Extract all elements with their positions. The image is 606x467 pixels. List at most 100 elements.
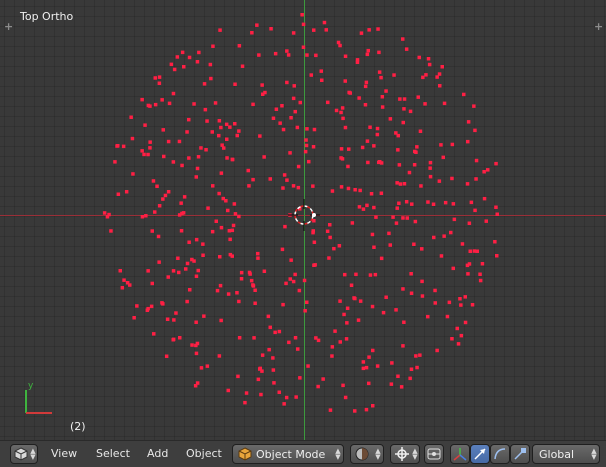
particle-point: [293, 336, 298, 340]
particle-point: [174, 311, 178, 315]
particle-point: [260, 353, 265, 357]
viewport-shading-button[interactable]: ▲ ▼: [350, 444, 384, 464]
particle-point: [166, 190, 171, 194]
particle-point: [304, 143, 309, 148]
particle-point: [409, 367, 414, 371]
particle-point: [410, 202, 414, 206]
particle-point: [218, 255, 222, 259]
particle-point: [409, 291, 414, 295]
particle-point: [258, 134, 262, 138]
particle-point: [146, 269, 150, 273]
particle-point: [365, 139, 370, 143]
particle-point: [420, 247, 424, 251]
particle-point: [364, 80, 369, 85]
particle-point: [401, 216, 405, 220]
particle-point: [296, 185, 301, 190]
particle-point: [171, 337, 176, 342]
transform-orientation-selector[interactable]: Global ▲ ▼: [532, 444, 600, 464]
particle-point: [177, 139, 182, 144]
particle-point: [291, 96, 296, 101]
rotate-button[interactable]: [490, 444, 510, 464]
particle-point: [427, 62, 432, 67]
particle-point: [433, 288, 437, 293]
scale-button[interactable]: [510, 444, 530, 464]
particle-point: [244, 391, 249, 395]
particle-point: [259, 392, 263, 397]
particle-point: [443, 200, 448, 205]
particle-point: [237, 336, 242, 340]
particle-point: [494, 161, 498, 166]
particle-point: [199, 366, 204, 370]
view-label: Top Ortho: [20, 10, 74, 23]
particle-point: [217, 354, 222, 358]
particle-point: [185, 130, 189, 134]
particle-point: [401, 287, 405, 291]
particle-point: [192, 102, 196, 106]
particle-point: [365, 203, 369, 208]
region-toggle-icon-right[interactable]: +: [594, 20, 603, 33]
particle-point: [311, 145, 316, 149]
particle-point: [156, 234, 161, 239]
particle-point: [418, 353, 422, 357]
particle-point: [401, 120, 405, 125]
particle-point: [118, 269, 122, 273]
particle-point: [225, 156, 229, 160]
menu-view[interactable]: View: [51, 447, 77, 460]
manipulator-toggle-button[interactable]: [450, 444, 470, 464]
particle-point: [369, 192, 374, 196]
mode-selector[interactable]: Object Mode ▲ ▼: [232, 444, 344, 464]
particle-point: [372, 245, 376, 249]
3d-cursor-icon[interactable]: [288, 199, 320, 231]
particle-point: [194, 320, 198, 324]
manipulator-toggle-icon: [453, 448, 467, 461]
particle-point: [428, 166, 432, 170]
particle-point: [237, 44, 242, 48]
particle-point: [328, 223, 332, 227]
particle-point: [322, 20, 327, 25]
particle-point: [324, 28, 328, 32]
particle-point: [349, 283, 354, 287]
particle-point: [298, 100, 302, 105]
particle-point: [433, 301, 437, 305]
translate-button[interactable]: [470, 444, 490, 464]
particle-point: [115, 144, 119, 148]
particle-point: [365, 52, 370, 57]
particle-point: [211, 184, 215, 188]
particle-point: [253, 301, 257, 305]
particle-point: [314, 53, 318, 58]
scale-icon: [514, 448, 526, 460]
manipulate-center-button[interactable]: [424, 444, 444, 464]
particle-point: [187, 55, 192, 60]
particle-point: [368, 273, 373, 277]
particle-point: [165, 317, 170, 321]
particle-point: [459, 333, 464, 338]
particle-point: [255, 23, 259, 27]
particle-point: [375, 132, 380, 137]
particle-point: [390, 361, 394, 365]
particle-point: [263, 90, 267, 95]
particle-point: [251, 284, 256, 288]
particle-point: [230, 228, 235, 233]
particle-point: [302, 278, 307, 283]
particle-point: [148, 140, 152, 144]
particle-point: [419, 184, 423, 188]
editor-type-button[interactable]: ▲ ▼: [10, 444, 38, 464]
particle-point: [368, 125, 372, 129]
3d-viewport[interactable]: Top Ortho + + y (2): [0, 0, 606, 440]
particle-point: [431, 202, 436, 206]
particle-point: [305, 300, 309, 304]
particle-point: [392, 73, 396, 77]
region-toggle-icon-left[interactable]: +: [4, 20, 13, 33]
particle-point: [219, 225, 224, 230]
particle-point: [237, 129, 241, 133]
particle-point: [466, 120, 471, 124]
particle-point: [194, 175, 198, 179]
menu-select[interactable]: Select: [96, 447, 130, 460]
menu-object[interactable]: Object: [186, 447, 222, 460]
particle-point: [182, 65, 186, 69]
menu-add[interactable]: Add: [147, 447, 168, 460]
particle-point: [372, 144, 376, 148]
pivot-point-button[interactable]: ▲ ▼: [390, 444, 420, 464]
particle-point: [218, 283, 223, 288]
particle-point: [451, 266, 455, 271]
